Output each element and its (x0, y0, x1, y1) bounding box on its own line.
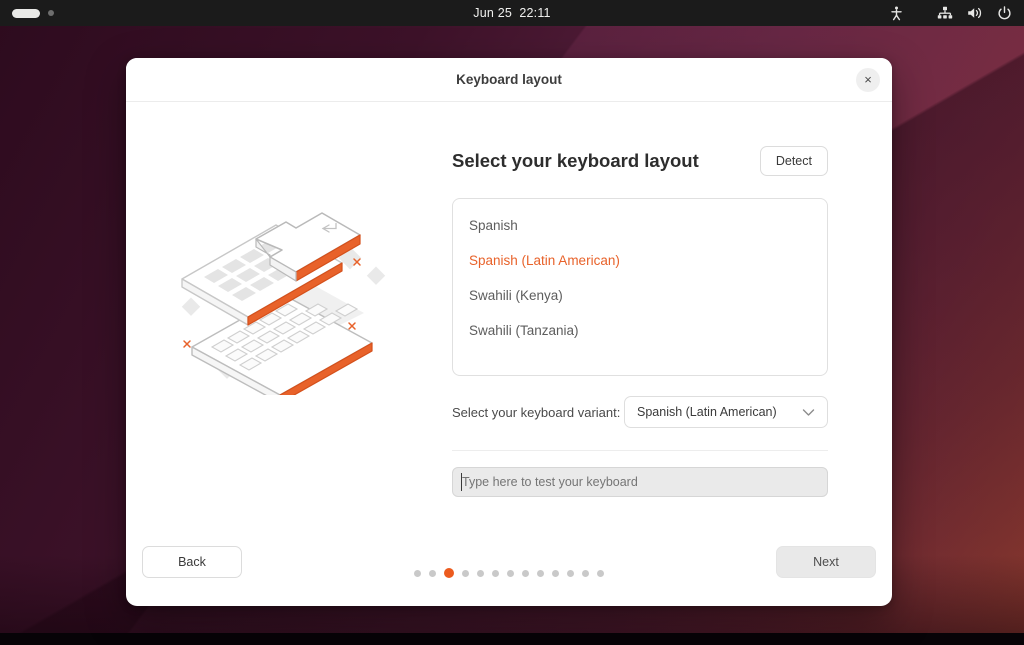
back-button[interactable]: Back (142, 546, 242, 578)
close-icon[interactable]: × (856, 67, 880, 92)
network-icon[interactable] (937, 6, 953, 20)
keyboard-layout-list-scroll: SlovenianSpanishSpanish (Latin American)… (453, 199, 827, 348)
page-indicator (414, 568, 604, 578)
accessibility-icon[interactable] (890, 6, 903, 21)
next-button[interactable]: Next (776, 546, 876, 578)
page-dot[interactable] (537, 569, 544, 577)
page-dot[interactable] (429, 569, 436, 577)
keyboard-layout-list[interactable]: SlovenianSpanishSpanish (Latin American)… (452, 198, 828, 376)
page-dot-active[interactable] (444, 568, 454, 578)
keyboard-layers-illustration (164, 195, 414, 404)
keyboard-test-input[interactable] (452, 467, 828, 497)
window-footer: Back Next (126, 532, 892, 606)
volume-icon[interactable] (967, 6, 983, 20)
desktop: Jun 25 22:11 Keyboard layout × Select yo… (0, 0, 1024, 645)
power-icon[interactable] (997, 5, 1012, 21)
workspace-indicator-dot[interactable] (48, 10, 54, 16)
page-dot[interactable] (522, 569, 529, 577)
layout-list-item[interactable]: Spanish (Latin American) (453, 243, 827, 278)
layout-list-item[interactable]: Swahili (Kenya) (453, 278, 827, 313)
page-header: Select your keyboard layout Detect (452, 146, 828, 176)
page-dot[interactable] (477, 569, 484, 577)
variant-select[interactable]: Spanish (Latin American) (624, 396, 828, 428)
page-title: Select your keyboard layout (452, 150, 699, 171)
test-input-wrapper (452, 467, 828, 497)
page-dot[interactable] (414, 569, 421, 577)
page-dot[interactable] (462, 569, 469, 577)
detect-button[interactable]: Detect (759, 146, 828, 176)
page-dot[interactable] (507, 569, 514, 577)
page-dot[interactable] (492, 569, 499, 577)
top-panel-left (0, 8, 200, 18)
page-dot[interactable] (597, 569, 604, 577)
layout-list-item[interactable]: Swahili (Tanzania) (453, 313, 827, 348)
page-dot[interactable] (552, 569, 559, 577)
layout-list-item[interactable]: Slovenian (453, 199, 827, 208)
top-panel-right (824, 5, 1024, 21)
variant-row: Select your keyboard variant: Spanish (L… (452, 396, 828, 428)
window-titlebar: Keyboard layout × (126, 58, 892, 102)
page-dot[interactable] (582, 569, 589, 577)
page-dot[interactable] (567, 569, 574, 577)
clock[interactable]: Jun 25 22:11 (200, 6, 824, 20)
window-content: Select your keyboard layout Detect Slove… (126, 102, 892, 532)
illustration-pane (126, 102, 452, 532)
top-panel: Jun 25 22:11 (0, 0, 1024, 26)
installer-window: Keyboard layout × Select your keyboard l… (126, 58, 892, 606)
activities-button[interactable] (12, 8, 40, 18)
form-divider (452, 450, 828, 451)
layout-list-item[interactable]: Spanish (453, 208, 827, 243)
desktop-bottom-strip (0, 633, 1024, 645)
variant-label: Select your keyboard variant: (452, 404, 621, 420)
window-title: Keyboard layout (456, 72, 562, 87)
variant-select-value: Spanish (Latin American) (637, 405, 777, 419)
text-caret (461, 473, 462, 491)
form-pane: Select your keyboard layout Detect Slove… (452, 102, 892, 532)
chevron-down-icon (802, 408, 815, 417)
